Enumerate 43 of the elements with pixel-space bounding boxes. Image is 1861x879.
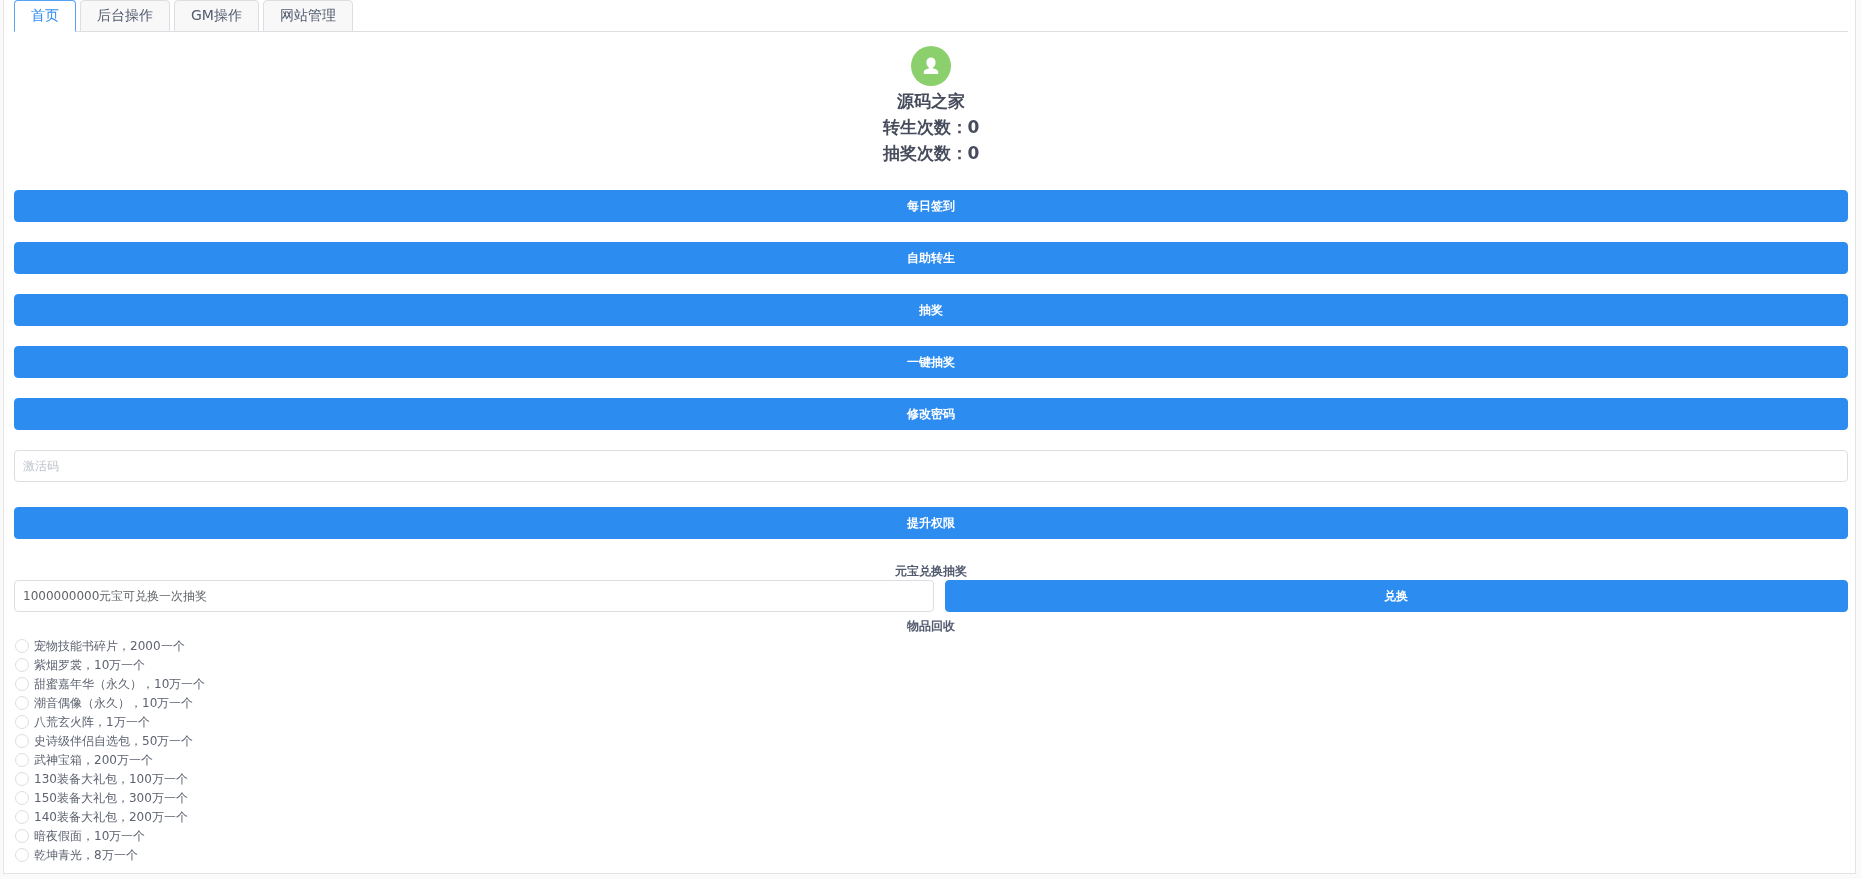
radio-button[interactable] <box>15 733 29 748</box>
user-name: 源码之家 <box>897 90 965 113</box>
action-button[interactable]: 修改密码 <box>14 398 1848 430</box>
radio-button[interactable] <box>15 790 29 805</box>
exchange-button[interactable]: 兑换 <box>944 580 1848 612</box>
action-button[interactable]: 抽奖 <box>14 294 1848 326</box>
radio-button[interactable] <box>15 638 29 653</box>
radio-button[interactable] <box>15 828 29 843</box>
action-button[interactable]: 每日签到 <box>14 190 1848 222</box>
radio-button[interactable] <box>15 657 29 672</box>
item-label: 150装备大礼包，300万一个 <box>34 789 188 806</box>
item-label: 暗夜假面，10万一个 <box>34 827 146 844</box>
radio-button[interactable] <box>15 752 29 767</box>
radio-button[interactable] <box>15 714 29 729</box>
stat-text: 抽奖次数：0 <box>882 142 980 165</box>
upgrade-button[interactable]: 提升权限 <box>14 507 1848 539</box>
radio-button[interactable] <box>15 771 29 786</box>
action-button[interactable]: 自助转生 <box>14 242 1848 274</box>
activation-code-field[interactable]: 激活码 <box>14 450 1848 482</box>
radio-button[interactable] <box>15 809 29 824</box>
exchange-field[interactable]: 1000000000元宝可兑换一次抽奖 <box>14 580 934 612</box>
item-label: 宠物技能书碎片，2000一个 <box>34 637 185 654</box>
item-label: 紫烟罗裳，10万一个 <box>34 656 146 673</box>
stat-text: 转生次数：0 <box>882 116 980 139</box>
action-button[interactable]: 一键抽奖 <box>14 346 1848 378</box>
item-label: 武神宝箱，200万一个 <box>34 751 153 768</box>
item-label: 潮音偶像（永久），10万一个 <box>34 694 194 711</box>
tab[interactable]: GM操作 <box>174 0 259 32</box>
user-icon <box>911 46 951 86</box>
item-label: 乾坤青光，8万一个 <box>34 846 138 863</box>
section-title: 物品回收 <box>907 619 955 633</box>
tab[interactable]: 网站管理 <box>262 0 353 32</box>
item-label: 八荒玄火阵，1万一个 <box>34 713 150 730</box>
item-label: 130装备大礼包，100万一个 <box>34 770 188 787</box>
radio-button[interactable] <box>15 695 29 710</box>
item-label: 140装备大礼包，200万一个 <box>34 808 188 825</box>
radio-button[interactable] <box>15 676 29 691</box>
item-label: 史诗级伴侣自选包，50万一个 <box>34 732 194 749</box>
section-title: 元宝兑换抽奖 <box>895 564 967 578</box>
item-label: 甜蜜嘉年华（永久），10万一个 <box>34 675 206 692</box>
radio-button[interactable] <box>15 847 29 862</box>
tab[interactable]: 后台操作 <box>80 0 170 32</box>
tab[interactable]: 首页 <box>14 0 76 32</box>
